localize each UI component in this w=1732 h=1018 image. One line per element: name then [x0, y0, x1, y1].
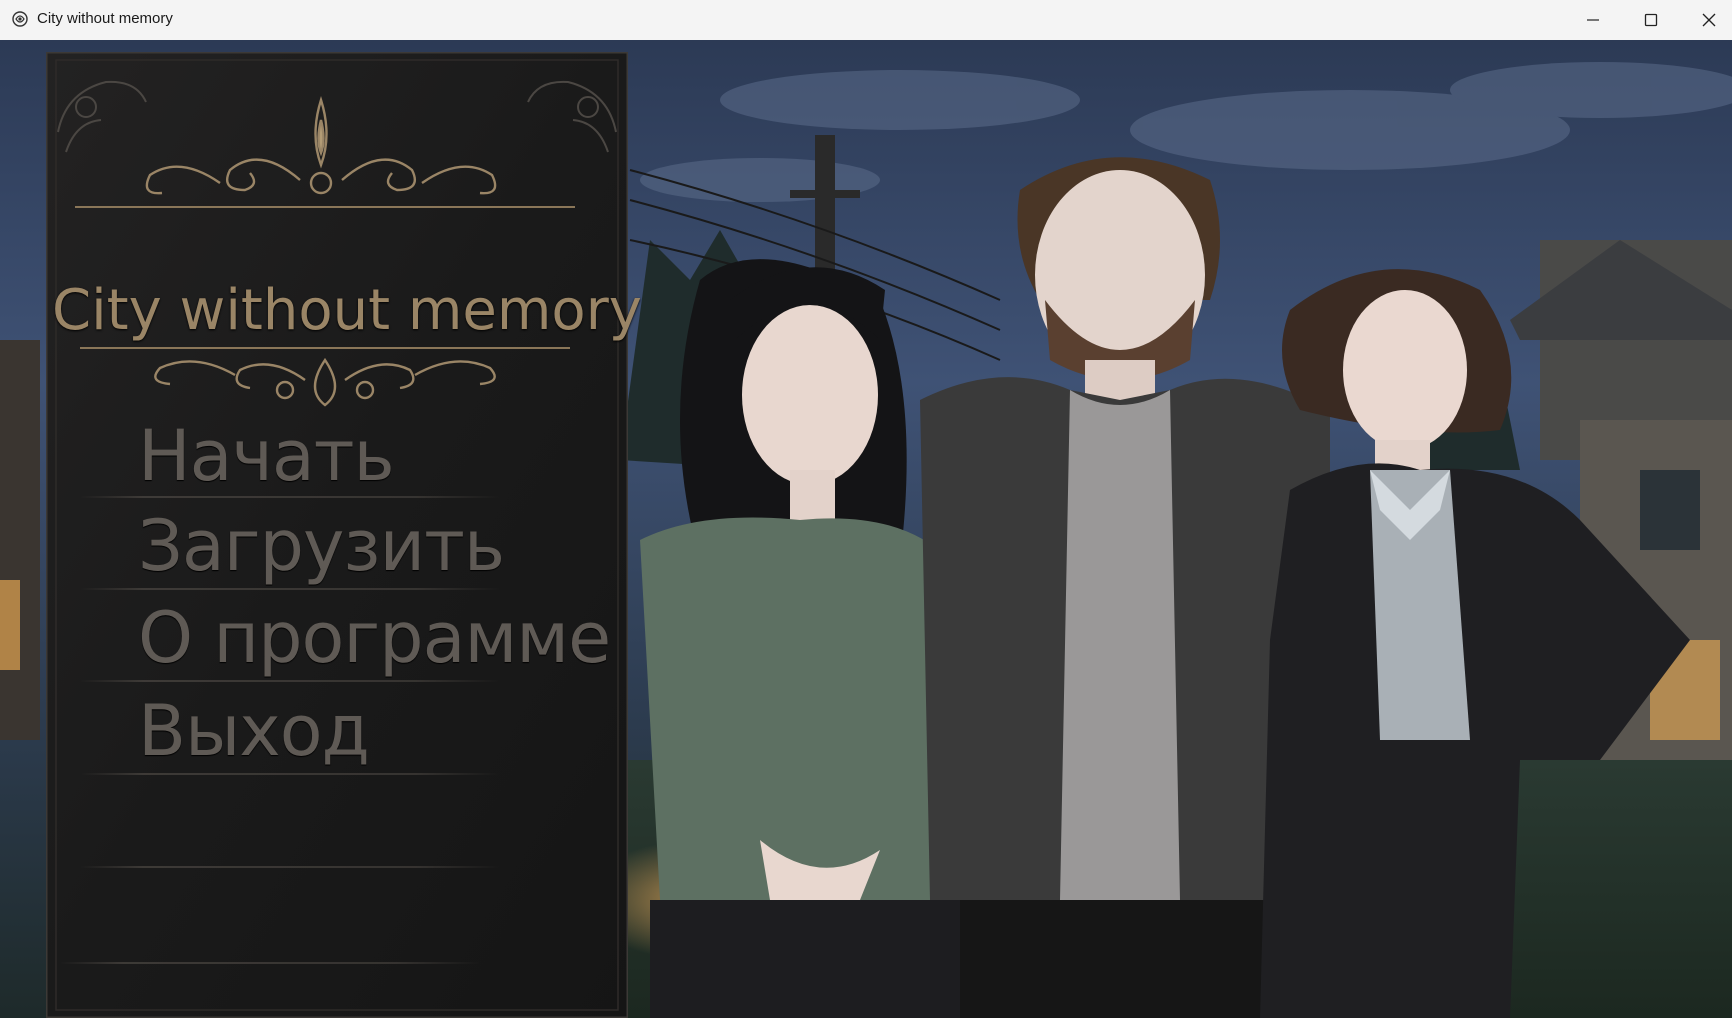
menu-exit-button[interactable]: Выход [138, 690, 370, 772]
top-flourish [75, 95, 575, 208]
menu-about-button[interactable]: О программе [138, 597, 611, 679]
house-left [0, 340, 40, 740]
window-title: City without memory [37, 10, 173, 27]
menu-divider [60, 962, 480, 964]
close-icon [1702, 13, 1716, 27]
close-button[interactable] [1680, 0, 1732, 40]
menu-load-button[interactable]: Загрузить [138, 505, 505, 587]
menu-divider [80, 680, 500, 682]
game-title: City without memory [52, 277, 642, 343]
title-flourish [80, 347, 570, 407]
menu-divider [80, 496, 500, 498]
menu-start-button[interactable]: Начать [138, 415, 395, 497]
maximize-button[interactable] [1622, 0, 1680, 40]
menu-divider [80, 588, 500, 590]
game-window: City without memory City without memory … [0, 0, 1732, 1018]
menu-divider [80, 773, 500, 775]
title-bar[interactable]: City without memory [0, 0, 1732, 41]
maximize-icon [1644, 13, 1658, 27]
minimize-button[interactable] [1564, 0, 1622, 40]
minimize-icon [1587, 19, 1599, 21]
menu-divider [80, 866, 500, 868]
game-viewport: City without memory Начать Загрузить О п… [0, 40, 1732, 1018]
app-icon [12, 11, 28, 27]
